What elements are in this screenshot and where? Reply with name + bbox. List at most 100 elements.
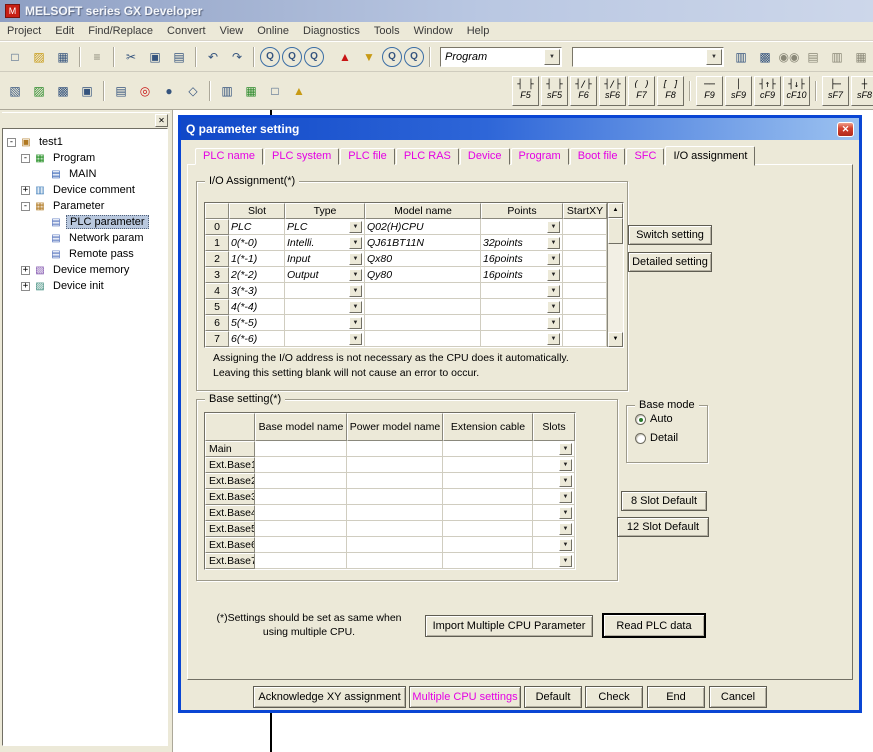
menu-help[interactable]: Help [460, 23, 497, 39]
points-cell[interactable]: 32points▼ [481, 235, 563, 251]
slots-cell[interactable]: ▼ [533, 553, 575, 569]
model-name-cell[interactable]: Q02(H)CPU [365, 219, 481, 235]
points-cell[interactable]: ▼ [481, 315, 563, 331]
startxy-cell[interactable] [563, 219, 607, 235]
menu-tools[interactable]: Tools [367, 23, 407, 39]
slots-dropdown-icon[interactable]: ▼ [559, 539, 572, 551]
zoom-result-icon[interactable]: Q [404, 47, 424, 67]
panel-dock-header[interactable]: ✕ [2, 112, 170, 127]
ladder-parallel-closed-contact-button[interactable]: ┤/├sF6 [599, 76, 626, 106]
statement-display-icon[interactable]: ▨ [28, 80, 50, 102]
power-model-cell[interactable] [347, 457, 443, 473]
base-model-cell[interactable] [255, 441, 347, 457]
type-cell[interactable]: ▼ [285, 331, 365, 347]
model-name-cell[interactable]: Qx80 [365, 251, 481, 267]
slots-dropdown-icon[interactable]: ▼ [559, 459, 572, 471]
menu-diagnostics[interactable]: Diagnostics [296, 23, 367, 39]
base-model-cell[interactable] [255, 521, 347, 537]
collapse-icon[interactable]: - [21, 154, 30, 163]
extension-cable-cell[interactable] [443, 441, 533, 457]
points-dropdown-icon[interactable]: ▼ [547, 285, 560, 297]
program-check-icon[interactable]: ▲ [334, 46, 356, 68]
points-cell[interactable]: ▼ [481, 219, 563, 235]
chevron-down-icon[interactable]: ▼ [706, 49, 722, 65]
ladder-application-instruction-button[interactable]: [ ]F8 [657, 76, 684, 106]
ladder-horizontal-line-button[interactable]: ──F9 [696, 76, 723, 106]
trace-tool-icon[interactable]: □ [264, 80, 286, 102]
model-name-cell[interactable]: Qy80 [365, 267, 481, 283]
points-dropdown-icon[interactable]: ▼ [547, 253, 560, 265]
tab-boot-file[interactable]: Boot file [570, 148, 626, 165]
device-display-icon[interactable]: ▤ [110, 80, 132, 102]
zoom-source-icon[interactable]: Q [382, 47, 402, 67]
slots-cell[interactable]: ▼ [533, 505, 575, 521]
ladder-display-icon[interactable]: ▩ [754, 46, 776, 68]
tab-device[interactable]: Device [460, 148, 510, 165]
type-dropdown-icon[interactable]: ▼ [349, 333, 362, 345]
base-model-cell[interactable] [255, 457, 347, 473]
import-multiple-cpu-parameter-button[interactable]: Import Multiple CPU Parameter [425, 615, 593, 637]
slot-cell[interactable]: 2(*-2) [229, 267, 285, 283]
startxy-cell[interactable] [563, 251, 607, 267]
model-name-cell[interactable] [365, 331, 481, 347]
slots-cell[interactable]: ▼ [533, 441, 575, 457]
ladder-open-contact-button[interactable]: ┤ ├F5 [512, 76, 539, 106]
type-cell[interactable]: ▼ [285, 299, 365, 315]
points-cell[interactable]: 16points▼ [481, 251, 563, 267]
redo-icon[interactable]: ↷ [226, 46, 248, 68]
tab-plc-name[interactable]: PLC name [195, 148, 263, 165]
tab-plc-system[interactable]: PLC system [264, 148, 339, 165]
points-dropdown-icon[interactable]: ▼ [547, 333, 560, 345]
type-dropdown-icon[interactable]: ▼ [349, 253, 362, 265]
base-mode-auto-radio[interactable]: Auto [635, 413, 707, 425]
base-model-cell[interactable] [255, 505, 347, 521]
slot-cell[interactable]: 6(*-6) [229, 331, 285, 347]
monitor-write-icon[interactable]: Q [304, 47, 324, 67]
menu-project[interactable]: Project [0, 23, 48, 39]
type-dropdown-icon[interactable]: ▼ [349, 237, 362, 249]
ladder-falling-pulse-button[interactable]: ┤↓├cF10 [783, 76, 810, 106]
data-name-combo[interactable]: ▼ [572, 47, 724, 67]
type-cell[interactable]: PLC▼ [285, 219, 365, 235]
tree-item-device-init[interactable]: + ▨ Device init [5, 278, 165, 294]
io-table-scrollbar[interactable]: ▲ ▼ [607, 203, 623, 347]
power-model-cell[interactable] [347, 537, 443, 553]
copy-icon[interactable]: ▣ [144, 46, 166, 68]
type-dropdown-icon[interactable]: ▼ [349, 221, 362, 233]
slots-dropdown-icon[interactable]: ▼ [559, 507, 572, 519]
tree-item-main[interactable]: ▤ MAIN [5, 166, 165, 182]
multiple-cpu-settings-button[interactable]: Multiple CPU settings [409, 686, 521, 708]
scroll-down-icon[interactable]: ▼ [608, 332, 623, 347]
alias-display-icon[interactable]: ▣ [76, 80, 98, 102]
startxy-cell[interactable] [563, 235, 607, 251]
slots-cell[interactable]: ▼ [533, 457, 575, 473]
tab-program[interactable]: Program [511, 148, 569, 165]
paste-icon[interactable]: ▤ [168, 46, 190, 68]
type-cell[interactable]: ▼ [285, 315, 365, 331]
extension-cable-cell[interactable] [443, 537, 533, 553]
scrollbar-thumb[interactable] [608, 218, 623, 244]
menu-window[interactable]: Window [407, 23, 460, 39]
expand-icon[interactable]: + [21, 282, 30, 291]
power-model-cell[interactable] [347, 521, 443, 537]
tree-item-device-comment[interactable]: + ▥ Device comment [5, 182, 165, 198]
extension-cable-cell[interactable] [443, 473, 533, 489]
collapse-icon[interactable]: - [7, 138, 16, 147]
power-model-cell[interactable] [347, 489, 443, 505]
tab-sfc[interactable]: SFC [626, 148, 664, 165]
slots-dropdown-icon[interactable]: ▼ [559, 475, 572, 487]
acknowledge-xy-assignment-button[interactable]: Acknowledge XY assignment [253, 686, 406, 708]
tree-item-project-root[interactable]: - ▣ test1 [5, 134, 165, 150]
type-dropdown-icon[interactable]: ▼ [349, 301, 362, 313]
ladder-rising-pulse-button[interactable]: ┤↑├cF9 [754, 76, 781, 106]
tree-item-device-memory[interactable]: + ▧ Device memory [5, 262, 165, 278]
menu-find-replace[interactable]: Find/Replace [81, 23, 160, 39]
menu-view[interactable]: View [213, 23, 251, 39]
convert-tool-icon[interactable]: ▲ [288, 80, 310, 102]
power-model-cell[interactable] [347, 441, 443, 457]
model-name-cell[interactable] [365, 299, 481, 315]
save-project-icon[interactable]: ▦ [52, 46, 74, 68]
tree-item-plc-parameter[interactable]: ▤ PLC parameter [5, 214, 165, 230]
twelve-slot-default-button[interactable]: 12 Slot Default [617, 517, 709, 537]
read-mode-icon[interactable]: ◇ [182, 80, 204, 102]
